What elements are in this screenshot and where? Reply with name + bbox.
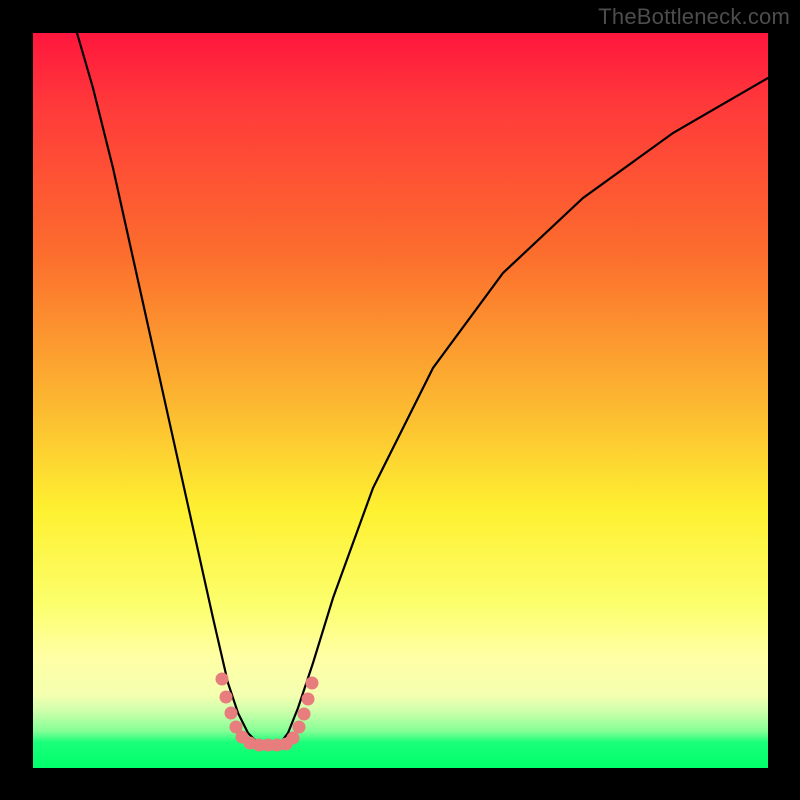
optimal-region-marker (216, 673, 319, 752)
watermark-text: TheBottleneck.com (598, 4, 790, 30)
bottleneck-curve (77, 33, 768, 748)
chart-plot-area (33, 33, 768, 768)
chart-svg (33, 33, 768, 768)
chart-container: TheBottleneck.com (0, 0, 800, 800)
